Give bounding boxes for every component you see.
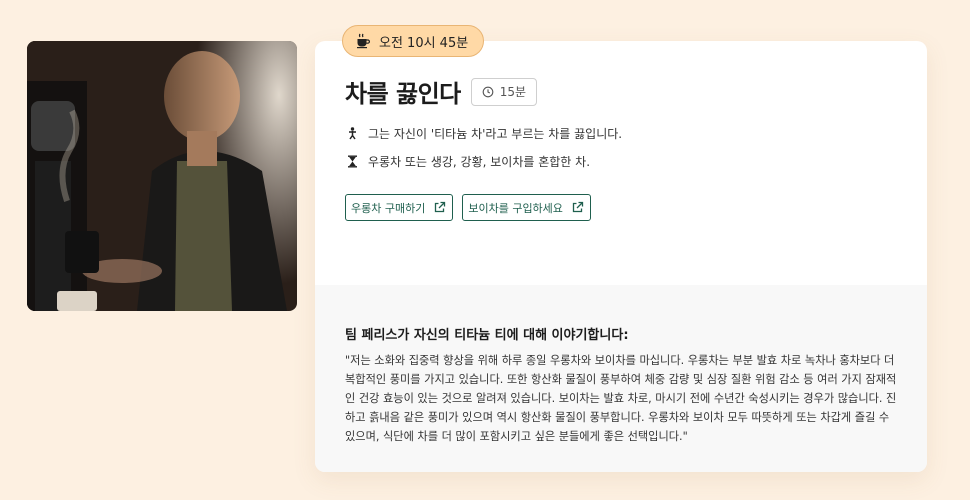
purchase-links: 우롱차 구매하기 보이차를 구입하세요 — [345, 194, 591, 221]
hero-image — [27, 41, 297, 311]
detail-text: 그는 자신이 '티타늄 차'라고 부르는 차를 끓입니다. — [368, 126, 623, 141]
detail-row-person: 그는 자신이 '티타늄 차'라고 부르는 차를 끓입니다. — [347, 123, 622, 143]
detail-row-hourglass: 우롱차 또는 생강, 강황, 보이차를 혼합한 차. — [347, 151, 622, 171]
time-label: 오전 10시 45분 — [379, 35, 469, 51]
detail-text: 우롱차 또는 생강, 강황, 보이차를 혼합한 차. — [368, 154, 591, 169]
quote-body: "저는 소화와 집중력 향상을 위해 하루 종일 우롱차와 보이차를 마십니다.… — [345, 354, 897, 443]
page: 오전 10시 45분 차를 끓인다 15분 그는 자신이 '티타늄 차'라고 부… — [0, 0, 970, 500]
button-label: 우롱차 구매하기 — [351, 201, 426, 215]
external-link-icon — [435, 201, 446, 213]
clock-icon — [482, 86, 494, 97]
hourglass-icon — [348, 155, 357, 167]
recipe-details: 그는 자신이 '티타늄 차'라고 부르는 차를 끓입니다. 우롱차 또는 생강,… — [347, 123, 622, 179]
button-label: 보이차를 구입하세요 — [468, 201, 563, 215]
external-link-icon — [572, 201, 584, 213]
person-icon — [349, 126, 356, 139]
quote-section: 팀 페리스가 자신의 티타늄 티에 대해 이야기합니다: "저는 소화와 집중력… — [315, 285, 927, 472]
recipe-card: 오전 10시 45분 차를 끓인다 15분 그는 자신이 '티타늄 차'라고 부… — [315, 25, 927, 472]
title-row: 차를 끓인다 15분 — [345, 74, 538, 109]
duration-label: 15분 — [499, 85, 527, 99]
buy-oolong-button[interactable]: 우롱차 구매하기 — [345, 194, 454, 221]
quote-heading: 팀 페리스가 자신의 티타늄 티에 대해 이야기합니다: — [345, 328, 629, 343]
time-badge: 오전 10시 45분 — [342, 25, 485, 57]
buy-puerh-button[interactable]: 보이차를 구입하세요 — [462, 194, 591, 221]
coffee-cup-icon — [355, 33, 371, 49]
recipe-title: 차를 끓인다 — [345, 80, 461, 108]
duration-badge: 15분 — [470, 77, 538, 106]
